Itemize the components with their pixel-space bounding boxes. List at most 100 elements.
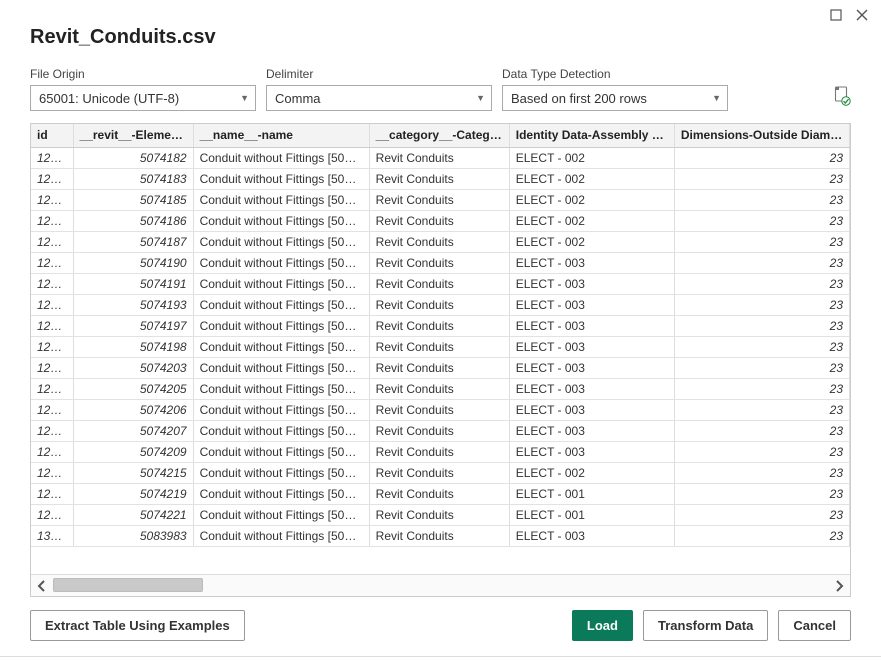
table-row[interactable]: 129555074193Conduit without Fittings [50…: [31, 294, 850, 315]
table-cell: 23: [674, 483, 849, 504]
scrollbar-thumb[interactable]: [53, 578, 203, 592]
table-cell: 12968: [31, 378, 73, 399]
table-cell: 5074219: [73, 483, 193, 504]
table-row[interactable]: 129685074205Conduit without Fittings [50…: [31, 378, 850, 399]
table-cell: 5074215: [73, 462, 193, 483]
table-row[interactable]: 129385074182Conduit without Fittings [50…: [31, 147, 850, 168]
table-row[interactable]: 129705074207Conduit without Fittings [50…: [31, 420, 850, 441]
cancel-button[interactable]: Cancel: [778, 610, 851, 641]
table-cell: 5074185: [73, 189, 193, 210]
table-cell: Conduit without Fittings [5074209]: [193, 441, 369, 462]
table-cell: ELECT - 001: [509, 504, 674, 525]
table-cell: 5074221: [73, 504, 193, 525]
table-cell: 12944: [31, 210, 73, 231]
table-cell: Revit Conduits: [369, 273, 509, 294]
table-cell: Revit Conduits: [369, 231, 509, 252]
table-row[interactable]: 129725074209Conduit without Fittings [50…: [31, 441, 850, 462]
scrollbar-track[interactable]: [53, 575, 828, 596]
detect-dropdown[interactable]: Based on first 200 rows ▼: [502, 85, 728, 111]
table-row[interactable]: 129525074190Conduit without Fittings [50…: [31, 252, 850, 273]
table-cell: ELECT - 002: [509, 231, 674, 252]
table-cell: Revit Conduits: [369, 399, 509, 420]
table-cell: 5074183: [73, 168, 193, 189]
column-header[interactable]: Dimensions-Outside Diameter: [674, 124, 849, 147]
file-origin-dropdown[interactable]: 65001: Unicode (UTF-8) ▼: [30, 85, 256, 111]
table-cell: 23: [674, 378, 849, 399]
table-row[interactable]: 129535074191Conduit without Fittings [50…: [31, 273, 850, 294]
table-cell: 12984: [31, 504, 73, 525]
table-cell: Revit Conduits: [369, 315, 509, 336]
settings-icon[interactable]: [833, 86, 851, 109]
column-header[interactable]: __revit__-ElementId: [73, 124, 193, 147]
column-header[interactable]: __category__-Category: [369, 124, 509, 147]
table-cell: Revit Conduits: [369, 504, 509, 525]
detect-label: Data Type Detection: [502, 67, 728, 81]
table-row[interactable]: 129445074186Conduit without Fittings [50…: [31, 210, 850, 231]
load-button[interactable]: Load: [572, 610, 633, 641]
table-row[interactable]: 134785083983Conduit without Fittings [50…: [31, 525, 850, 546]
table-cell: 5074206: [73, 399, 193, 420]
chevron-down-icon: ▼: [712, 93, 721, 103]
table-row[interactable]: 129395074183Conduit without Fittings [50…: [31, 168, 850, 189]
table-cell: 5074207: [73, 420, 193, 441]
scroll-right-icon[interactable]: [828, 575, 850, 596]
table-cell: Revit Conduits: [369, 357, 509, 378]
table-cell: 5083983: [73, 525, 193, 546]
table-cell: 23: [674, 399, 849, 420]
table-cell: 23: [674, 462, 849, 483]
extract-table-button[interactable]: Extract Table Using Examples: [30, 610, 245, 641]
maximize-icon[interactable]: [827, 6, 845, 24]
table-cell: ELECT - 003: [509, 252, 674, 273]
table-row[interactable]: 129845074221Conduit without Fittings [50…: [31, 504, 850, 525]
file-origin-value: 65001: Unicode (UTF-8): [39, 91, 179, 106]
table-row[interactable]: 129695074206Conduit without Fittings [50…: [31, 399, 850, 420]
table-cell: 5074198: [73, 336, 193, 357]
table-cell: 5074209: [73, 441, 193, 462]
table-cell: 12938: [31, 147, 73, 168]
table-row[interactable]: 129785074215Conduit without Fittings [50…: [31, 462, 850, 483]
close-icon[interactable]: [853, 6, 871, 24]
column-header[interactable]: id: [31, 124, 73, 147]
delimiter-dropdown[interactable]: Comma ▼: [266, 85, 492, 111]
table-cell: 5074205: [73, 378, 193, 399]
transform-data-button[interactable]: Transform Data: [643, 610, 768, 641]
column-header[interactable]: __name__-name: [193, 124, 369, 147]
table-cell: 5074182: [73, 147, 193, 168]
table-cell: 23: [674, 294, 849, 315]
table-cell: 12966: [31, 357, 73, 378]
table-cell: 23: [674, 168, 849, 189]
table-cell: Revit Conduits: [369, 189, 509, 210]
table-cell: 23: [674, 252, 849, 273]
delimiter-label: Delimiter: [266, 67, 492, 81]
table-row[interactable]: 129595074197Conduit without Fittings [50…: [31, 315, 850, 336]
table-row[interactable]: 129435074185Conduit without Fittings [50…: [31, 189, 850, 210]
table-row[interactable]: 129825074219Conduit without Fittings [50…: [31, 483, 850, 504]
column-header[interactable]: Identity Data-Assembly Name: [509, 124, 674, 147]
table-cell: 12960: [31, 336, 73, 357]
table-cell: 12982: [31, 483, 73, 504]
table-cell: 23: [674, 189, 849, 210]
scroll-left-icon[interactable]: [31, 575, 53, 596]
table-row[interactable]: 129455074187Conduit without Fittings [50…: [31, 231, 850, 252]
table-cell: Conduit without Fittings [5074205]: [193, 378, 369, 399]
table-cell: 23: [674, 336, 849, 357]
table-row[interactable]: 129605074198Conduit without Fittings [50…: [31, 336, 850, 357]
table-cell: ELECT - 003: [509, 315, 674, 336]
table-cell: 23: [674, 504, 849, 525]
preview-table: id__revit__-ElementId__name__-name__cate…: [30, 123, 851, 597]
table-cell: 5074203: [73, 357, 193, 378]
table-cell: Revit Conduits: [369, 462, 509, 483]
file-origin-label: File Origin: [30, 67, 256, 81]
table-cell: Conduit without Fittings [5074186]: [193, 210, 369, 231]
table-cell: 12978: [31, 462, 73, 483]
table-cell: 12953: [31, 273, 73, 294]
table-cell: ELECT - 002: [509, 168, 674, 189]
table-cell: ELECT - 002: [509, 147, 674, 168]
table-row[interactable]: 129665074203Conduit without Fittings [50…: [31, 357, 850, 378]
table-cell: 5074193: [73, 294, 193, 315]
table-cell: 23: [674, 420, 849, 441]
table-cell: Conduit without Fittings [5083983]: [193, 525, 369, 546]
table-cell: ELECT - 001: [509, 483, 674, 504]
table-cell: 12939: [31, 168, 73, 189]
table-cell: Revit Conduits: [369, 252, 509, 273]
